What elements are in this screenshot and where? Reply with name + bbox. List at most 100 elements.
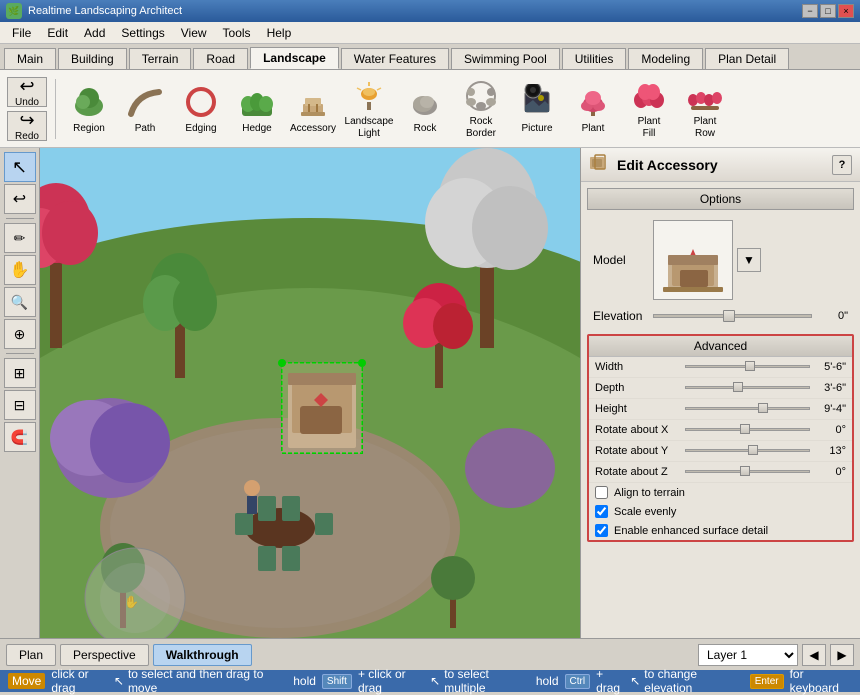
tool-plant-fill[interactable]: Plant Fill <box>623 75 675 143</box>
align-terrain-checkbox[interactable] <box>595 486 608 499</box>
maximize-button[interactable]: □ <box>820 4 836 18</box>
tab-utilities[interactable]: Utilities <box>562 48 627 69</box>
minimize-button[interactable]: − <box>802 4 818 18</box>
status-keyboard: for keyboard <box>790 667 852 695</box>
options-section: Options Model ▼ Eleva <box>587 188 854 328</box>
left-toolbar: ↖ ↩ ✏ ✋ 🔍 ⊕ ⊞ ⊟ 🧲 <box>0 148 40 638</box>
close-button[interactable]: × <box>838 4 854 18</box>
panel-icon <box>589 154 611 175</box>
panel-header: Edit Accessory ? <box>581 148 860 182</box>
view-perspective-button[interactable]: Perspective <box>60 644 149 666</box>
rotate-y-label: Rotate about Y <box>595 445 685 457</box>
tab-main[interactable]: Main <box>4 48 56 69</box>
height-value: 9'-4" <box>810 403 846 415</box>
pan-tool-button[interactable]: ✋ <box>4 255 36 285</box>
tab-building[interactable]: Building <box>58 48 127 69</box>
panel-help-button[interactable]: ? <box>832 155 852 175</box>
bottom-bar: Plan Perspective Walkthrough Layer 1 ◀ ▶ <box>0 638 860 670</box>
view-plan-button[interactable]: Plan <box>6 644 56 666</box>
rotate-y-slider[interactable] <box>685 444 810 458</box>
status-click-drag: click or drag <box>51 667 112 695</box>
snap-toggle-button[interactable]: ⊟ <box>4 390 36 420</box>
height-row: Height 9'-4" <box>589 399 852 420</box>
tool-path[interactable]: Path <box>119 75 171 143</box>
enhanced-surface-row: Enable enhanced surface detail <box>589 521 852 540</box>
width-slider[interactable] <box>685 360 810 374</box>
region-icon <box>70 83 108 121</box>
rock-label: Rock <box>414 123 437 135</box>
rotate-z-slider[interactable] <box>685 465 810 479</box>
model-row: Model ▼ <box>587 216 854 304</box>
tool-picture[interactable]: Picture <box>511 75 563 143</box>
picture-icon <box>518 83 556 121</box>
depth-slider[interactable] <box>685 381 810 395</box>
menu-edit[interactable]: Edit <box>39 24 76 42</box>
menu-view[interactable]: View <box>173 24 215 42</box>
plant-fill-label: Plant Fill <box>638 116 661 140</box>
model-dropdown-button[interactable]: ▼ <box>737 248 761 272</box>
status-hold2: hold <box>536 674 559 688</box>
tab-swimming-pool[interactable]: Swimming Pool <box>451 48 560 69</box>
menu-settings[interactable]: Settings <box>113 24 172 42</box>
height-slider[interactable] <box>685 402 810 416</box>
tool-rock-border[interactable]: Rock Border <box>455 75 507 143</box>
edging-icon <box>182 83 220 121</box>
advanced-label: Advanced <box>694 339 747 353</box>
status-select-multiple: to select multiple <box>444 667 528 695</box>
align-terrain-label: Align to terrain <box>614 487 685 499</box>
tab-road[interactable]: Road <box>193 48 248 69</box>
tab-landscape[interactable]: Landscape <box>250 47 339 69</box>
app-logo: 🌿 <box>6 3 22 19</box>
redo-label: Redo <box>15 131 39 142</box>
accessory-label: Accessory <box>290 123 336 135</box>
menu-tools[interactable]: Tools <box>215 24 259 42</box>
layer-select[interactable]: Layer 1 <box>698 644 798 666</box>
elevation-row: Elevation 0" <box>587 304 854 328</box>
magnet-button[interactable]: 🧲 <box>4 422 36 452</box>
view-walkthrough-button[interactable]: Walkthrough <box>153 644 252 666</box>
layer-next-button[interactable]: ▶ <box>830 644 854 666</box>
zoom-tool-button[interactable]: 🔍 <box>4 287 36 317</box>
menu-file[interactable]: File <box>4 24 39 42</box>
tool-landscape-light[interactable]: Landscape Light <box>343 75 395 143</box>
elevation-slider[interactable] <box>653 308 812 324</box>
region-label: Region <box>73 123 105 135</box>
grid-toggle-button[interactable]: ⊞ <box>4 358 36 388</box>
toolbar-tabs: Main Building Terrain Road Landscape Wat… <box>0 44 860 70</box>
tool-accessory[interactable]: Accessory <box>287 75 339 143</box>
tool-region[interactable]: Region <box>63 75 115 143</box>
tab-water-features[interactable]: Water Features <box>341 48 449 69</box>
zoom-region-button[interactable]: ⊕ <box>4 319 36 349</box>
status-plus-click: + click or drag <box>358 667 428 695</box>
layer-prev-button[interactable]: ◀ <box>802 644 826 666</box>
redo-button[interactable]: ↪ Redo <box>7 111 47 141</box>
draw-tool-button[interactable]: ✏ <box>4 223 36 253</box>
tab-modeling[interactable]: Modeling <box>628 48 703 69</box>
canvas-viewport[interactable]: ✋ <box>40 148 580 638</box>
picture-label: Picture <box>521 123 552 135</box>
tool-rock[interactable]: Rock <box>399 75 451 143</box>
enhanced-surface-checkbox[interactable] <box>595 524 608 537</box>
icon-toolbar: ↩ Undo ↪ Redo Region Path Edging <box>0 70 860 148</box>
enhanced-surface-label: Enable enhanced surface detail <box>614 525 768 537</box>
tool-hedge[interactable]: Hedge <box>231 75 283 143</box>
tool-plant-row[interactable]: Plant Row <box>679 75 731 143</box>
select-tool-button[interactable]: ↖ <box>4 152 36 182</box>
tool-plant[interactable]: Plant <box>567 75 619 143</box>
status-elevation: to change elevation <box>644 667 741 695</box>
options-tab[interactable]: Options <box>587 188 854 210</box>
menu-add[interactable]: Add <box>76 24 113 42</box>
menu-help[interactable]: Help <box>259 24 300 42</box>
rotate-x-slider[interactable] <box>685 423 810 437</box>
cursor-icon2: ↖ <box>430 674 440 688</box>
rotate-z-value: 0° <box>810 466 846 478</box>
undo-tool-button[interactable]: ↩ <box>4 184 36 214</box>
main-area: ↖ ↩ ✏ ✋ 🔍 ⊕ ⊞ ⊟ 🧲 <box>0 148 860 638</box>
tab-terrain[interactable]: Terrain <box>129 48 192 69</box>
height-label: Height <box>595 403 685 415</box>
model-preview[interactable] <box>653 220 733 300</box>
tool-edging[interactable]: Edging <box>175 75 227 143</box>
undo-button[interactable]: ↩ Undo <box>7 77 47 107</box>
tab-plan-detail[interactable]: Plan Detail <box>705 48 789 69</box>
scale-evenly-checkbox[interactable] <box>595 505 608 518</box>
